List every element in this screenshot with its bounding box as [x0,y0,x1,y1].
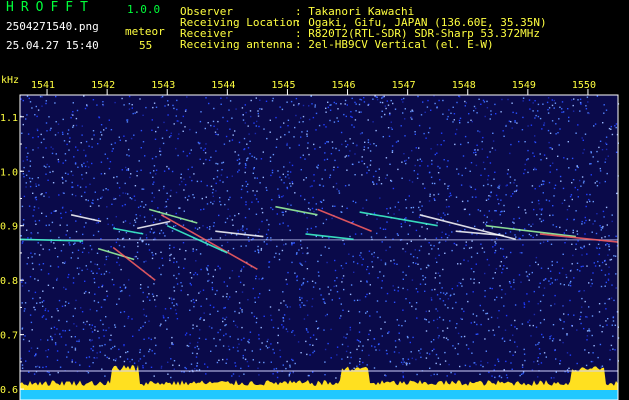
header-panel: HROFFT 1.0.0 2504271540.png meteor 25.04… [0,0,629,75]
x-tick-label: 1550 [572,80,596,91]
x-tick-label: 1543 [151,80,175,91]
x-tick-label: 1541 [31,80,55,91]
x-tick-label: 1542 [91,80,115,91]
file-name: 2504271540.png [6,20,99,33]
x-tick-label: 1545 [271,80,295,91]
y-tick-label: 1.0 [0,167,18,178]
antenna-label: Receiving antenna [180,38,293,51]
app-version: 1.0.0 [127,3,161,16]
y-tick-label: 0.6 [0,385,18,396]
meteor-label: meteor [125,25,165,38]
y-tick-label: 0.8 [0,276,18,287]
y-tick-label: 1.1 [0,113,18,124]
x-tick-label: 1548 [452,80,476,91]
x-tick-label: 1549 [512,80,536,91]
y-tick-label: 0.7 [0,331,18,342]
y-tick-label: 0.9 [0,222,18,233]
y-axis-unit: kHz [1,75,19,86]
x-tick-label: 1546 [332,80,356,91]
spectrogram-chart: 1541 1542 1543 1544 1545 1546 1547 1548 1549 1550… [0,75,629,400]
app-name: HROFFT [6,0,95,15]
x-tick-label: 1544 [211,80,235,91]
antenna-value: : 2el-HB9CV Vertical (el. E-W) [295,38,494,51]
x-tick-label: 1547 [392,80,416,91]
floor-band [20,390,618,400]
plot-area [20,95,618,400]
date-time: 25.04.27 15:40 [6,39,99,52]
meteor-count: 55 [139,39,153,52]
